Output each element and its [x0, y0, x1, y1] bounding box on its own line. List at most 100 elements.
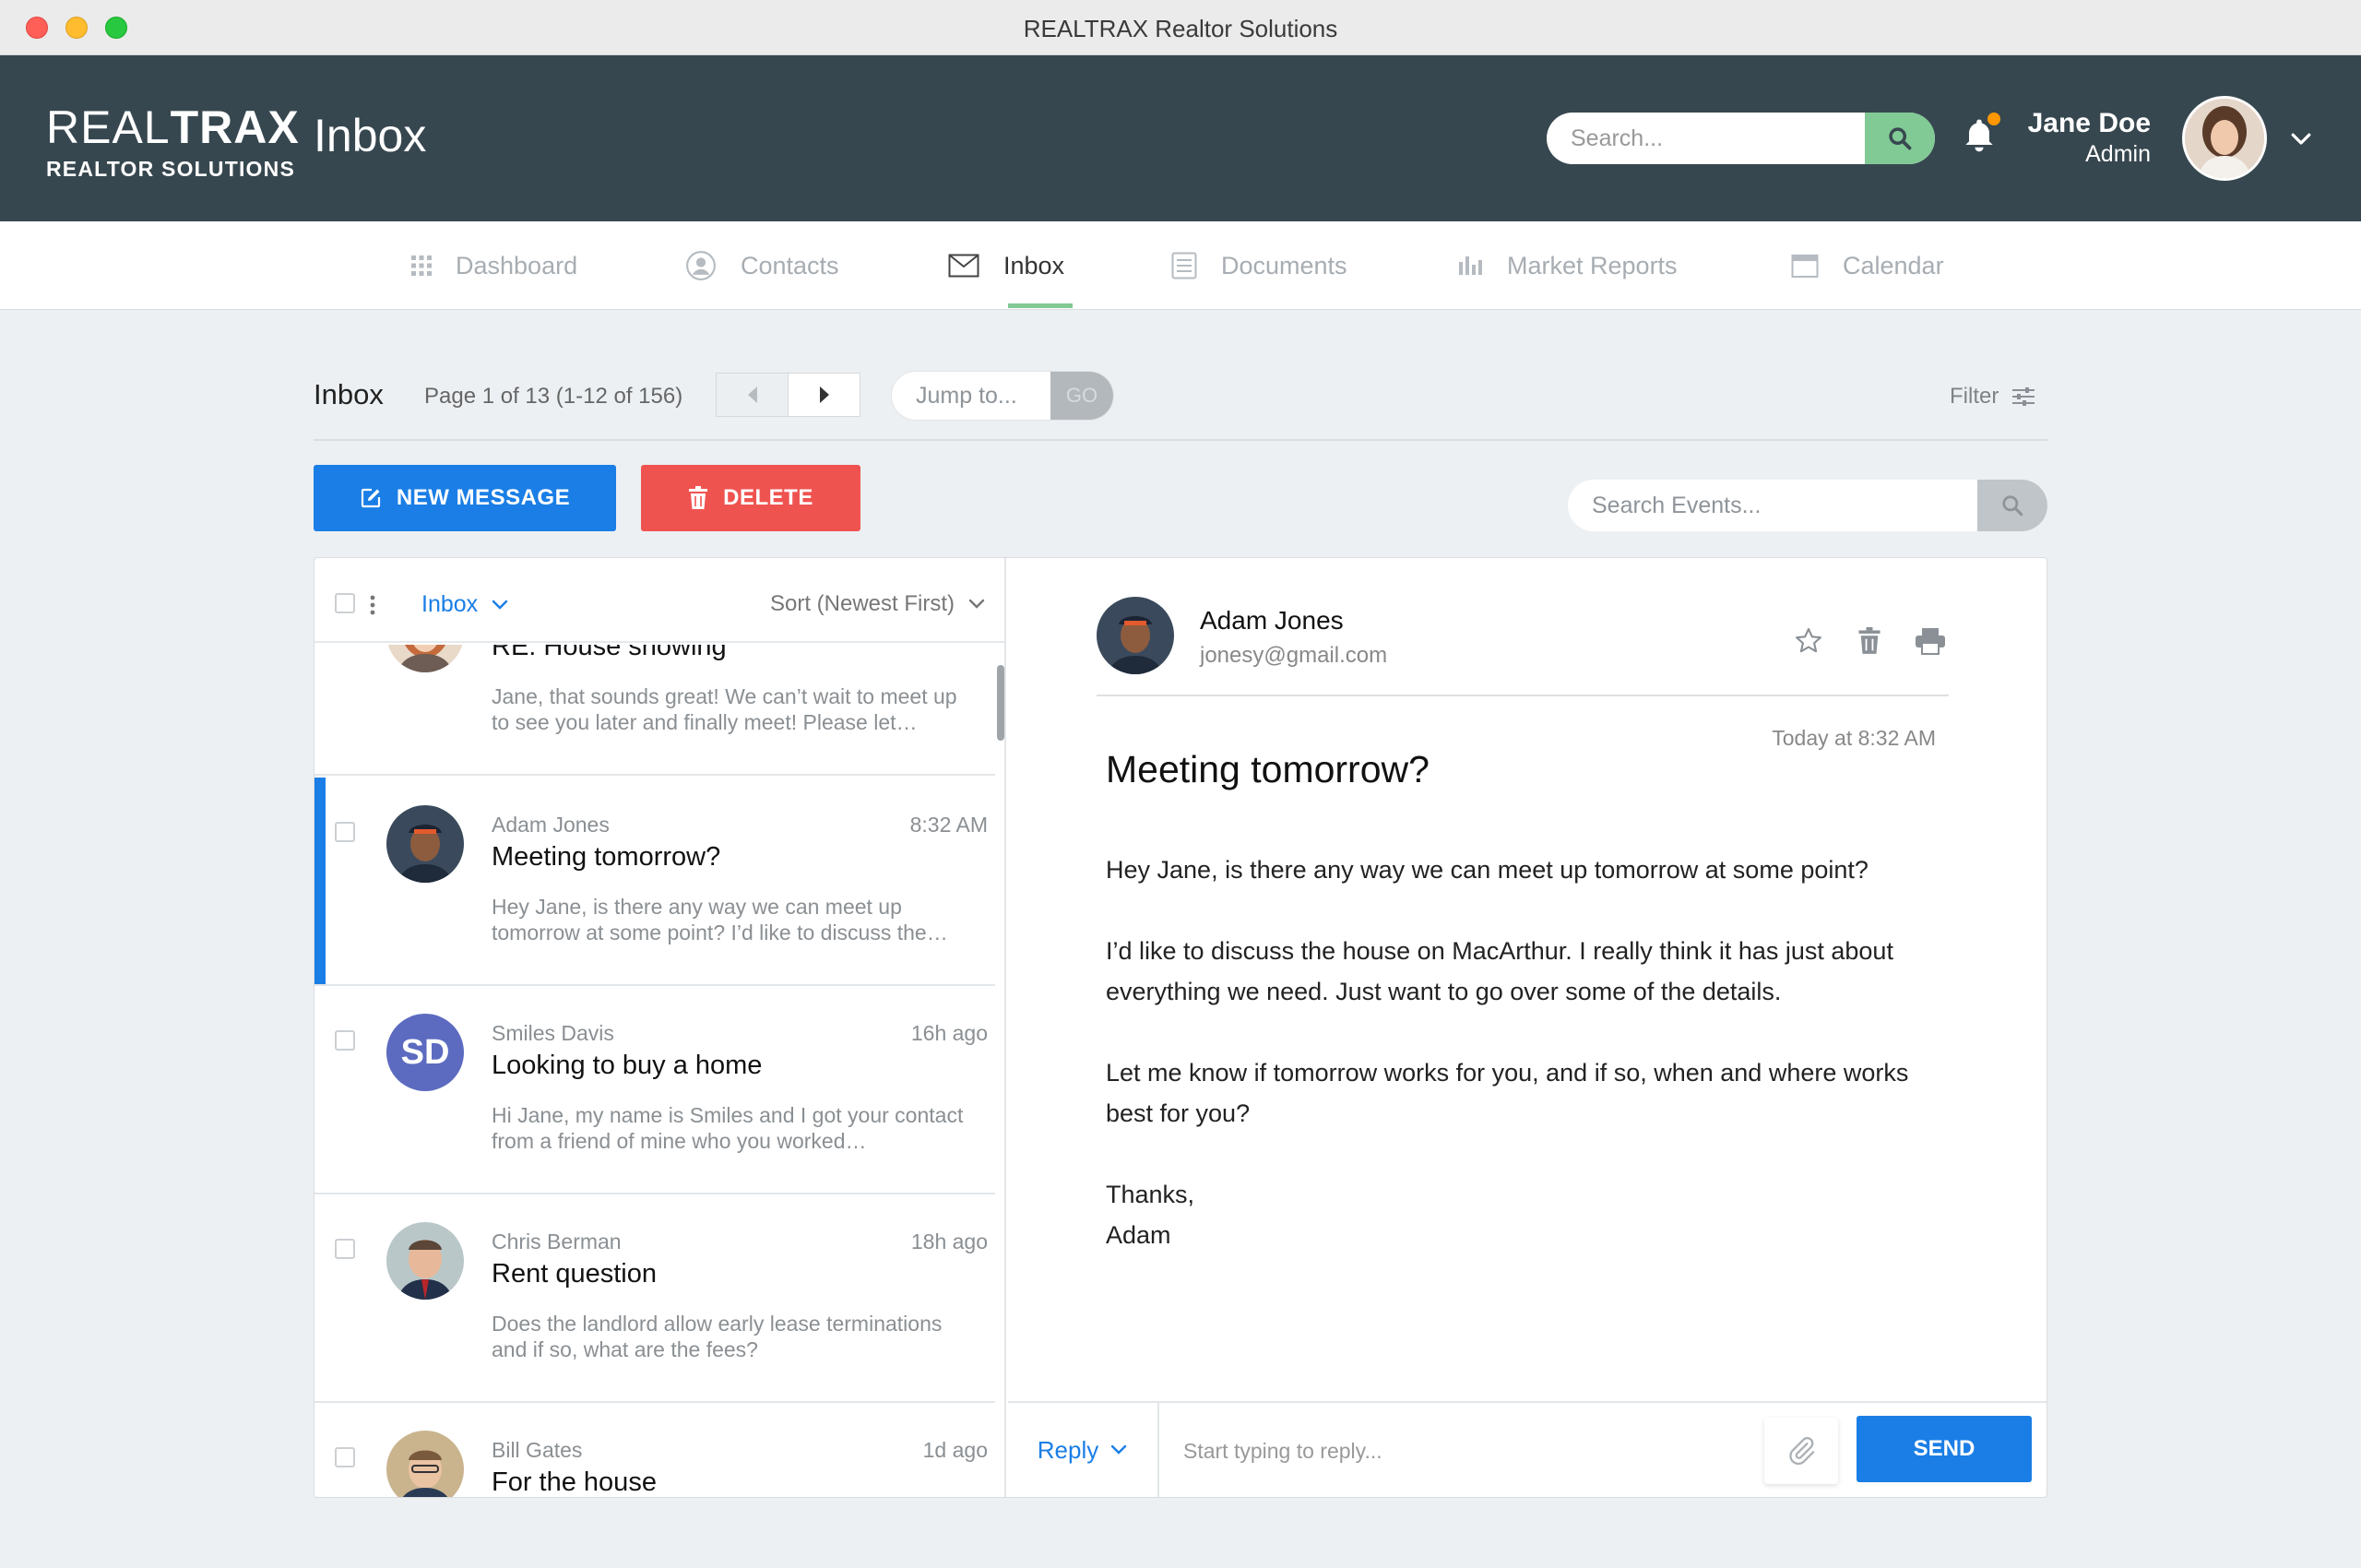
reader-divider	[1097, 695, 1949, 696]
message-rows: RE: House showing Jane, that sounds grea…	[314, 645, 995, 1497]
message-actions	[1792, 624, 1947, 658]
edit-icon	[361, 488, 381, 508]
delete-label: DELETE	[723, 485, 813, 510]
message-list: Inbox Sort (Newest First) RE: House show…	[314, 558, 1006, 1497]
message-sender: Adam Jones	[492, 813, 610, 837]
selected-indicator	[314, 778, 326, 984]
message-subject: RE: House showing	[492, 645, 727, 661]
message-preview: Hi Jane, my name is Smiles and I got you…	[492, 1103, 964, 1153]
envelope-icon	[948, 254, 979, 278]
message-preview: Hey Jane, is there any way we can meet u…	[492, 895, 948, 944]
message-subject: For the house	[492, 1467, 657, 1497]
message-checkbox[interactable]	[335, 822, 355, 842]
jump-to-page: GO	[891, 371, 1114, 421]
nav-item-contacts[interactable]: Contacts	[685, 221, 839, 310]
search-icon	[1889, 127, 1912, 150]
trash-icon	[1858, 627, 1880, 654]
new-message-button[interactable]: NEW MESSAGE	[314, 465, 616, 531]
notification-badge	[1987, 113, 2000, 125]
message-row[interactable]: SD Smiles Davis 16h ago Looking to buy a…	[314, 986, 995, 1194]
printer-icon	[1916, 628, 1945, 655]
go-button[interactable]: GO	[1050, 372, 1113, 420]
reply-input[interactable]	[1183, 1425, 1792, 1477]
logo-subtitle: REALTOR SOLUTIONS	[46, 157, 295, 181]
new-message-label: NEW MESSAGE	[396, 485, 571, 510]
caret-left-icon	[747, 386, 757, 403]
message-list-scrollbar[interactable]	[997, 665, 1004, 741]
pagination-controls	[716, 373, 860, 417]
message-checkbox[interactable]	[335, 1239, 355, 1259]
document-icon	[1171, 252, 1197, 279]
nav-label-documents: Documents	[1221, 251, 1347, 279]
inbox-heading: Inbox	[314, 378, 384, 410]
send-button[interactable]: SEND	[1857, 1416, 2032, 1482]
avatar	[386, 645, 464, 672]
message-row[interactable]: Bill Gates 1d ago For the house	[314, 1403, 995, 1497]
bar-chart-icon	[1459, 256, 1482, 275]
message-sender: Bill Gates	[492, 1438, 583, 1462]
sender-avatar	[1097, 597, 1174, 674]
filter-button[interactable]: Filter	[1950, 384, 2035, 410]
sort-label: Sort (Newest First)	[769, 591, 955, 616]
reading-pane: Adam Jones jonesy@gmail.com Today at 8:3…	[1008, 558, 2047, 1497]
previous-page-button[interactable]	[717, 374, 789, 416]
message-row[interactable]: Chris Berman 18h ago Rent question Does …	[314, 1194, 995, 1403]
nav-label-calendar: Calendar	[1843, 251, 1944, 279]
logo[interactable]: REALTRAX REALTOR SOLUTIONS	[46, 101, 300, 182]
window-titlebar: REALTRAX Realtor Solutions	[0, 0, 2361, 55]
nav-item-dashboard[interactable]: Dashboard	[411, 221, 577, 310]
reply-type-label: Reply	[1037, 1435, 1099, 1464]
message-row[interactable]: RE: House showing Jane, that sounds grea…	[314, 645, 995, 776]
sender-name: Adam Jones	[1200, 606, 1344, 635]
sort-dropdown[interactable]: Sort (Newest First)	[770, 591, 986, 617]
nav-label-inbox: Inbox	[1003, 251, 1065, 279]
folder-dropdown[interactable]: Inbox	[421, 591, 509, 618]
nav-item-documents[interactable]: Documents	[1171, 221, 1347, 310]
chevron-down-icon	[1111, 1444, 1127, 1455]
message-checkbox[interactable]	[335, 1447, 355, 1467]
message-time: 18h ago	[910, 1229, 988, 1253]
jump-to-page-input[interactable]	[892, 372, 1052, 420]
sliders-icon	[2012, 387, 2035, 406]
reply-type-dropdown[interactable]: Reply	[1008, 1403, 1159, 1497]
toolbar-divider	[314, 439, 2047, 441]
message-time: 1d ago	[922, 1438, 988, 1462]
print-button[interactable]	[1914, 624, 1947, 658]
body-paragraph: Let me know if tomorrow works for you, a…	[1106, 1059, 1909, 1127]
message-subject: Meeting tomorrow?	[492, 842, 721, 872]
pagination-info: Page 1 of 13 (1-12 of 156)	[424, 384, 683, 409]
user-avatar[interactable]	[2182, 96, 2267, 181]
message-time: 8:32 AM	[909, 813, 988, 837]
select-all-checkbox[interactable]	[335, 593, 355, 613]
message-row-selected[interactable]: Adam Jones 8:32 AM Meeting tomorrow? Hey…	[314, 778, 995, 986]
nav-item-market-reports[interactable]: Market Reports	[1459, 221, 1678, 310]
chevron-down-icon[interactable]	[2287, 125, 2315, 152]
more-vertical-icon[interactable]	[370, 595, 375, 615]
trash-button[interactable]	[1853, 624, 1886, 658]
delete-button[interactable]: DELETE	[641, 465, 860, 531]
trash-icon	[689, 486, 708, 509]
star-button[interactable]	[1792, 624, 1825, 658]
nav-label-dashboard: Dashboard	[456, 251, 578, 279]
message-checkbox[interactable]	[335, 1030, 355, 1051]
global-search-button[interactable]	[1865, 113, 1935, 164]
folder-label: Inbox	[421, 591, 479, 617]
global-search-input[interactable]	[1547, 113, 1865, 164]
attach-button[interactable]	[1764, 1418, 1838, 1484]
user-role: Admin	[2085, 141, 2151, 167]
mail-panel: Inbox Sort (Newest First) RE: House show…	[314, 557, 2047, 1498]
chevron-down-icon	[492, 600, 508, 610]
filter-label: Filter	[1950, 384, 1999, 409]
events-search-button[interactable]	[1977, 480, 2047, 531]
nav-label-contacts: Contacts	[741, 251, 839, 279]
events-search-input[interactable]	[1568, 480, 1974, 531]
active-tab-indicator	[1008, 303, 1073, 308]
nav-item-inbox[interactable]: Inbox	[948, 221, 1064, 310]
user-name[interactable]: Jane Doe	[2028, 108, 2151, 139]
reply-bar: Reply SEND	[1008, 1401, 2047, 1497]
calendar-icon	[1791, 255, 1819, 278]
grid-icon	[411, 255, 432, 276]
chevron-down-icon	[968, 599, 985, 609]
nav-item-calendar[interactable]: Calendar	[1791, 221, 1944, 310]
next-page-button[interactable]	[789, 374, 860, 416]
